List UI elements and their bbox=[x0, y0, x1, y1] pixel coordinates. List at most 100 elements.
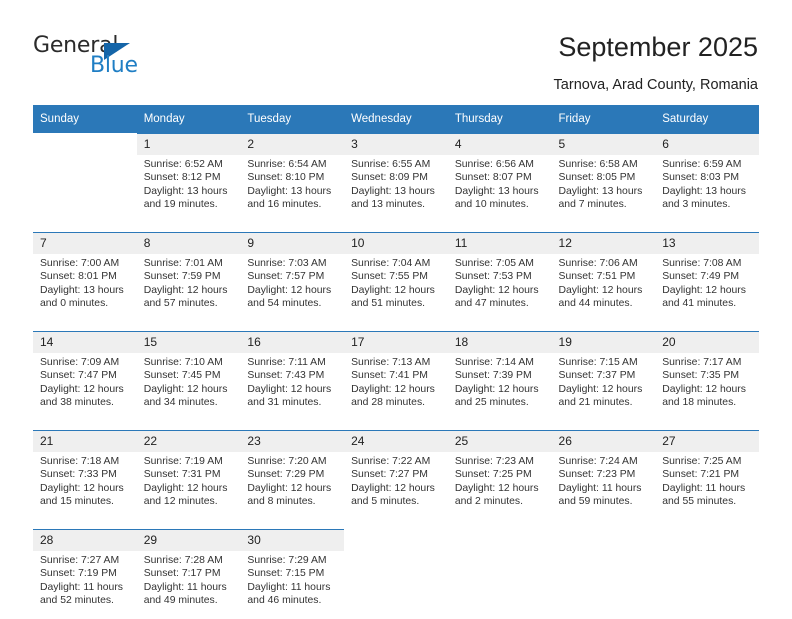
day-number: 18 bbox=[447, 332, 552, 353]
calendar-day: 21 Sunrise: 7:18 AM Sunset: 7:33 PM Dayligh… bbox=[33, 430, 137, 520]
daylight-text-line1: Daylight: 12 hours bbox=[40, 482, 124, 494]
week-separator bbox=[33, 322, 759, 331]
calendar-day-cell[interactable]: 23 Sunrise: 7:20 AM Sunset: 7:29 PM Dayligh… bbox=[240, 430, 345, 520]
day-number: 22 bbox=[136, 431, 241, 452]
sunset-text: Sunset: 8:12 PM bbox=[143, 172, 221, 184]
daylight-text-line2: and 2 minutes. bbox=[454, 495, 523, 507]
calendar-day: 3 Sunrise: 6:55 AM Sunset: 8:09 PM Daylight… bbox=[344, 133, 448, 223]
calendar-day-cell[interactable]: 8 Sunrise: 7:01 AM Sunset: 7:59 PM Daylight… bbox=[136, 232, 241, 322]
day-details: Sunrise: 7:17 AM Sunset: 7:35 PM Daylight:… bbox=[655, 353, 759, 409]
calendar-week-row: 14 Sunrise: 7:09 AM Sunset: 7:47 PM Dayligh… bbox=[33, 331, 759, 421]
calendar-day: 20 Sunrise: 7:17 AM Sunset: 7:35 PM Dayligh… bbox=[655, 331, 759, 421]
calendar-day-cell[interactable]: 30 Sunrise: 7:29 AM Sunset: 7:15 PM Dayligh… bbox=[240, 529, 345, 619]
page-subtitle: Tarnova, Arad County, Romania bbox=[553, 77, 758, 93]
calendar-day-cell[interactable]: 6 Sunrise: 6:59 AM Sunset: 8:03 PM Daylight… bbox=[655, 133, 759, 223]
calendar-day-cell[interactable] bbox=[551, 529, 656, 619]
calendar-day-cell[interactable]: 2 Sunrise: 6:54 AM Sunset: 8:10 PM Daylight… bbox=[240, 133, 345, 223]
calendar-day-cell[interactable]: 29 Sunrise: 7:28 AM Sunset: 7:17 PM Dayligh… bbox=[136, 529, 241, 619]
sunrise-text: Sunrise: 7:14 AM bbox=[454, 357, 534, 368]
sunrise-text: Sunrise: 7:11 AM bbox=[247, 357, 326, 368]
calendar-day-cell[interactable]: 28 Sunrise: 7:27 AM Sunset: 7:19 PM Dayligh… bbox=[33, 529, 137, 619]
calendar-day-cell[interactable]: 15 Sunrise: 7:10 AM Sunset: 7:45 PM Dayligh… bbox=[136, 331, 241, 421]
day-details: Sunrise: 6:55 AM Sunset: 8:09 PM Daylight:… bbox=[344, 155, 448, 211]
day-number: 25 bbox=[447, 431, 552, 452]
calendar-day-cell[interactable]: 27 Sunrise: 7:25 AM Sunset: 7:21 PM Dayligh… bbox=[655, 430, 759, 520]
calendar-day: 13 Sunrise: 7:08 AM Sunset: 7:49 PM Dayligh… bbox=[655, 232, 759, 322]
calendar-day-cell[interactable]: 18 Sunrise: 7:14 AM Sunset: 7:39 PM Dayligh… bbox=[447, 331, 552, 421]
day-details: Sunrise: 6:54 AM Sunset: 8:10 PM Daylight:… bbox=[240, 155, 344, 211]
calendar-header-row: Sunday Monday Tuesday Wednesday Thursday… bbox=[33, 105, 759, 133]
daylight-text-line2: and 13 minutes. bbox=[351, 198, 426, 210]
sunrise-text: Sunrise: 7:09 AM bbox=[40, 357, 120, 368]
day-details: Sunrise: 6:56 AM Sunset: 8:07 PM Daylight:… bbox=[448, 155, 552, 211]
calendar-day-cell[interactable] bbox=[344, 529, 448, 619]
daylight-text-line2: and 5 minutes. bbox=[351, 495, 420, 507]
sunrise-text: Sunrise: 6:59 AM bbox=[662, 159, 742, 170]
calendar-day-cell[interactable] bbox=[447, 529, 552, 619]
day-number: 28 bbox=[33, 530, 137, 551]
sunrise-text: Sunrise: 7:15 AM bbox=[558, 357, 638, 368]
calendar-day-cell[interactable]: 3 Sunrise: 6:55 AM Sunset: 8:09 PM Daylight… bbox=[344, 133, 448, 223]
calendar-day: 26 Sunrise: 7:24 AM Sunset: 7:23 PM Dayligh… bbox=[551, 430, 656, 520]
calendar-day: 16 Sunrise: 7:11 AM Sunset: 7:43 PM Dayligh… bbox=[240, 331, 345, 421]
general-blue-logo[interactable]: General Blue bbox=[33, 33, 203, 81]
day-details: Sunrise: 7:10 AM Sunset: 7:45 PM Daylight:… bbox=[137, 353, 241, 409]
calendar-day: 6 Sunrise: 6:59 AM Sunset: 8:03 PM Daylight… bbox=[655, 133, 759, 223]
calendar-day-cell[interactable] bbox=[655, 529, 759, 619]
day-number: 19 bbox=[551, 332, 656, 353]
calendar-day-cell[interactable]: 13 Sunrise: 7:08 AM Sunset: 7:49 PM Dayligh… bbox=[655, 232, 759, 322]
sunset-text: Sunset: 7:39 PM bbox=[454, 370, 532, 382]
sunset-text: Sunset: 8:09 PM bbox=[351, 172, 428, 184]
calendar-day-cell[interactable]: 14 Sunrise: 7:09 AM Sunset: 7:47 PM Dayligh… bbox=[33, 331, 137, 421]
calendar-day-cell[interactable]: 16 Sunrise: 7:11 AM Sunset: 7:43 PM Dayligh… bbox=[240, 331, 345, 421]
sunset-text: Sunset: 7:43 PM bbox=[247, 370, 325, 382]
calendar-day-cell[interactable]: 26 Sunrise: 7:24 AM Sunset: 7:23 PM Dayligh… bbox=[551, 430, 656, 520]
day-number bbox=[448, 529, 552, 550]
weekday-header-sunday: Sunday bbox=[33, 105, 137, 133]
sunset-text: Sunset: 7:19 PM bbox=[40, 568, 117, 580]
sunrise-text: Sunrise: 7:01 AM bbox=[143, 258, 223, 269]
daylight-text-line1: Daylight: 12 hours bbox=[351, 383, 435, 395]
calendar-day-cell[interactable]: 20 Sunrise: 7:17 AM Sunset: 7:35 PM Dayligh… bbox=[655, 331, 759, 421]
calendar-day-cell[interactable]: 10 Sunrise: 7:04 AM Sunset: 7:55 PM Dayligh… bbox=[344, 232, 448, 322]
calendar-day-cell[interactable]: 25 Sunrise: 7:23 AM Sunset: 7:25 PM Dayligh… bbox=[447, 430, 552, 520]
calendar-day-cell[interactable]: 22 Sunrise: 7:19 AM Sunset: 7:31 PM Dayligh… bbox=[136, 430, 241, 520]
calendar-day-cell[interactable] bbox=[33, 133, 137, 223]
day-details: Sunrise: 7:27 AM Sunset: 7:19 PM Daylight:… bbox=[33, 551, 137, 607]
calendar-day-cell[interactable]: 12 Sunrise: 7:06 AM Sunset: 7:51 PM Dayligh… bbox=[551, 232, 656, 322]
calendar-page: General Blue September 2025 Tarnova, Ara… bbox=[0, 0, 792, 619]
calendar-day-cell[interactable]: 5 Sunrise: 6:58 AM Sunset: 8:05 PM Daylight… bbox=[551, 133, 656, 223]
daylight-text-line2: and 25 minutes. bbox=[454, 396, 529, 408]
calendar-day-cell[interactable]: 19 Sunrise: 7:15 AM Sunset: 7:37 PM Dayligh… bbox=[551, 331, 656, 421]
calendar-day-cell[interactable]: 17 Sunrise: 7:13 AM Sunset: 7:41 PM Dayligh… bbox=[344, 331, 448, 421]
calendar-day-cell[interactable]: 21 Sunrise: 7:18 AM Sunset: 7:33 PM Dayligh… bbox=[33, 430, 137, 520]
page-header: General Blue September 2025 Tarnova, Ara… bbox=[0, 0, 792, 100]
calendar-day: 27 Sunrise: 7:25 AM Sunset: 7:21 PM Dayligh… bbox=[655, 430, 759, 520]
sunset-text: Sunset: 8:10 PM bbox=[247, 172, 325, 184]
day-details: Sunrise: 7:15 AM Sunset: 7:37 PM Daylight:… bbox=[552, 353, 656, 409]
daylight-text-line2: and 8 minutes. bbox=[247, 495, 316, 507]
calendar-day: 4 Sunrise: 6:56 AM Sunset: 8:07 PM Daylight… bbox=[447, 133, 552, 223]
calendar-day-cell[interactable]: 9 Sunrise: 7:03 AM Sunset: 7:57 PM Daylight… bbox=[240, 232, 345, 322]
calendar-day-cell[interactable]: 24 Sunrise: 7:22 AM Sunset: 7:27 PM Dayligh… bbox=[344, 430, 448, 520]
calendar-day-cell[interactable]: 7 Sunrise: 7:00 AM Sunset: 8:01 PM Daylight… bbox=[33, 232, 137, 322]
calendar-day: 28 Sunrise: 7:27 AM Sunset: 7:19 PM Dayligh… bbox=[33, 529, 137, 619]
day-number: 7 bbox=[33, 233, 137, 254]
calendar-day: 24 Sunrise: 7:22 AM Sunset: 7:27 PM Dayligh… bbox=[344, 430, 448, 520]
calendar-day-empty bbox=[33, 133, 137, 223]
day-number: 27 bbox=[655, 431, 759, 452]
week-separator bbox=[33, 421, 759, 430]
daylight-text-line2: and 3 minutes. bbox=[662, 198, 731, 210]
calendar-day: 15 Sunrise: 7:10 AM Sunset: 7:45 PM Dayligh… bbox=[136, 331, 241, 421]
calendar-day-cell[interactable]: 1 Sunrise: 6:52 AM Sunset: 8:12 PM Daylight… bbox=[136, 133, 241, 223]
week-separator bbox=[33, 223, 759, 232]
day-number: 6 bbox=[655, 134, 759, 155]
sunset-text: Sunset: 7:59 PM bbox=[143, 271, 221, 283]
daylight-text-line1: Daylight: 13 hours bbox=[247, 185, 332, 197]
calendar-day-cell[interactable]: 4 Sunrise: 6:56 AM Sunset: 8:07 PM Daylight… bbox=[447, 133, 552, 223]
weekday-header-tuesday: Tuesday bbox=[240, 105, 345, 133]
weekday-header-wednesday: Wednesday bbox=[344, 105, 448, 133]
daylight-text-line2: and 59 minutes. bbox=[558, 495, 633, 507]
calendar-day-cell[interactable]: 11 Sunrise: 7:05 AM Sunset: 7:53 PM Dayligh… bbox=[447, 232, 552, 322]
daylight-text-line1: Daylight: 12 hours bbox=[143, 482, 228, 494]
